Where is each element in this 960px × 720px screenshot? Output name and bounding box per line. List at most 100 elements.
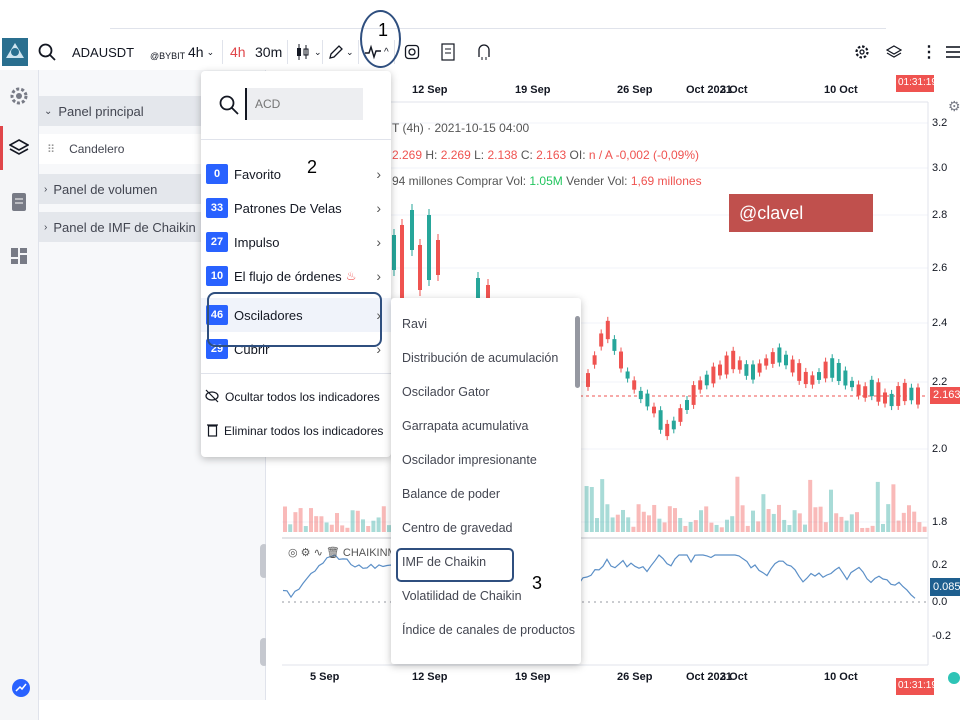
- candle-body: [737, 360, 742, 370]
- remove-all-indicators[interactable]: Eliminar todos los indicadores: [201, 414, 391, 448]
- settings-icon[interactable]: [9, 86, 29, 106]
- candle-body: [889, 393, 894, 407]
- volume-bar: [803, 524, 807, 532]
- top-toolbar: ADAUSDT @BYBIT 4h ⌄ 4h 30m ⌄ ⌄ ^ ⋮: [0, 34, 960, 71]
- indicator-item[interactable]: Índice de canales de productos bási: [402, 613, 577, 647]
- category-momentum[interactable]: 27 Impulso ›: [201, 225, 391, 259]
- drag-handle-icon[interactable]: ⠿: [47, 143, 55, 156]
- indicator-item[interactable]: Oscilador impresionante: [402, 443, 577, 477]
- date-tick: 3 Oct: [720, 84, 748, 96]
- indicator-item[interactable]: Oscilador Gator: [402, 375, 577, 409]
- volume-bar: [870, 525, 875, 532]
- candle-body: [671, 420, 676, 430]
- volume-bar: [844, 520, 849, 532]
- menu-icon[interactable]: [946, 34, 960, 70]
- candle-body: [869, 379, 874, 397]
- settings-icon[interactable]: ⚙: [301, 547, 311, 559]
- chevron-down-icon: ⌄: [346, 46, 354, 57]
- volume-bar: [641, 511, 646, 532]
- indicator-item[interactable]: Balance de poder: [402, 477, 577, 511]
- watermark-label: @clavel: [729, 194, 873, 232]
- document-icon[interactable]: [441, 34, 455, 70]
- osc-tick: 0.0: [932, 596, 948, 608]
- active-indicator: [0, 126, 3, 170]
- buy-volume-value: 1.05M: [529, 174, 563, 188]
- volume-bar: [699, 510, 703, 532]
- volume-bar: [922, 526, 927, 532]
- candle-body: [410, 210, 414, 250]
- trash-icon[interactable]: 🗑: [326, 547, 340, 559]
- candle-body: [876, 382, 881, 402]
- candle-body: [476, 278, 480, 300]
- dashboard-icon[interactable]: [9, 246, 29, 266]
- eye-off-icon[interactable]: ◎: [288, 547, 298, 559]
- category-candle-patterns[interactable]: 33 Patrones De Velas ›: [201, 191, 391, 225]
- candle-body: [427, 215, 431, 280]
- volume-bar: [345, 527, 350, 532]
- search-icon: [219, 95, 239, 120]
- volume-bar: [787, 525, 792, 532]
- candle-body: [698, 380, 703, 390]
- symbol-name[interactable]: ADAUSDT: [72, 34, 134, 70]
- oi-value: n / A: [588, 148, 613, 162]
- volume-bar: [756, 521, 761, 532]
- sell-volume-value: 1,69 millones: [630, 174, 702, 188]
- source-icon[interactable]: ∿: [314, 547, 323, 559]
- volume-bar: [792, 510, 797, 532]
- search-icon[interactable]: [38, 34, 58, 70]
- volume-value: 94 millones: [392, 174, 453, 188]
- candle-body: [751, 364, 755, 380]
- candles-icon[interactable]: ⌄: [294, 34, 322, 70]
- candle-body: [436, 240, 440, 275]
- countdown-timer-bottom: 01:31:19: [896, 678, 937, 695]
- trash-icon: [207, 423, 218, 440]
- left-icon-rail: [0, 70, 39, 720]
- tree-item-label: Panel de volumen: [53, 181, 158, 197]
- indicator-search-input[interactable]: [245, 88, 363, 120]
- volume-bar: [673, 508, 677, 532]
- divider: [201, 373, 391, 374]
- annotation-box: [207, 292, 382, 347]
- indicators-dropdown: 0 Favorito › 33 Patrones De Velas › 27 I…: [201, 71, 391, 457]
- indicator-item[interactable]: Centro de gravedad: [402, 511, 577, 545]
- volume-bar: [829, 489, 833, 532]
- osc-value-badge: 0.085: [930, 578, 960, 596]
- date-tick: 12 Sep: [412, 671, 448, 683]
- indicator-item[interactable]: Garrapata acumulativa: [402, 409, 577, 443]
- alert-icon[interactable]: [476, 34, 492, 70]
- volume-bar: [709, 522, 714, 532]
- layers-icon[interactable]: [8, 138, 30, 158]
- logo[interactable]: [2, 34, 30, 70]
- axis-gear-icon[interactable]: ⚙: [948, 98, 960, 115]
- more-vertical-icon[interactable]: ⋮: [921, 34, 937, 70]
- price-tick: 2.4: [932, 317, 948, 329]
- category-count: 0: [206, 164, 228, 184]
- candle-body: [744, 364, 749, 376]
- candle-body: [770, 352, 775, 364]
- indicator-item[interactable]: Ravi: [402, 307, 577, 341]
- notes-icon[interactable]: [9, 192, 29, 212]
- trend-icon[interactable]: [11, 678, 31, 698]
- pencil-icon[interactable]: ⌄: [328, 34, 354, 70]
- annotation-number: 2: [307, 157, 318, 177]
- category-order-flow[interactable]: 10 El flujo de órdenes ♨ ›: [201, 259, 391, 293]
- candle-body: [909, 387, 914, 401]
- hide-all-indicators[interactable]: Ocultar todos los indicadores: [201, 380, 391, 414]
- indicator-item[interactable]: Volatilidad de Chaikin: [402, 579, 577, 613]
- volume-bar: [777, 504, 781, 532]
- volume-bar: [907, 505, 911, 532]
- camera-icon[interactable]: [404, 34, 420, 70]
- interval-30m-button[interactable]: 30m: [255, 34, 282, 70]
- interval-4h-button[interactable]: 4h: [230, 34, 246, 70]
- interval-dropdown[interactable]: 4h ⌄: [188, 34, 214, 70]
- candle-body: [810, 375, 815, 385]
- submenu-scrollbar[interactable]: [575, 316, 580, 388]
- indicator-item[interactable]: Distribución de acumulación: [402, 341, 577, 375]
- osc-tick: 0.2: [932, 559, 948, 571]
- category-favorites[interactable]: 0 Favorito ›: [201, 157, 391, 191]
- price-tick: 2.6: [932, 262, 948, 274]
- candle-body: [599, 333, 604, 347]
- volume-bar: [834, 513, 839, 532]
- layers-icon[interactable]: [886, 34, 902, 70]
- gear-icon[interactable]: [854, 34, 870, 70]
